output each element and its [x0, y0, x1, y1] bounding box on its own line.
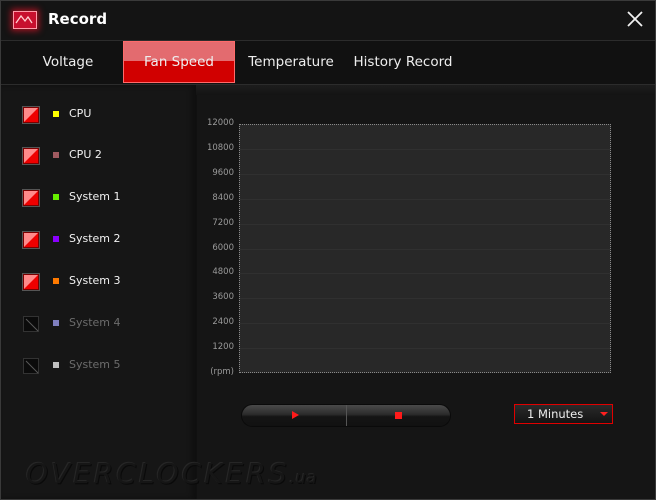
watermark: OVERCLOCKERS.ua [26, 457, 318, 490]
gridline [240, 249, 610, 250]
gridline [240, 273, 610, 274]
fan-item-label: CPU [69, 107, 92, 120]
y-tick-label: 10800 [206, 143, 234, 153]
y-axis-label: (rpm) [210, 367, 234, 377]
fan-item-system-4[interactable]: System 4 [1, 312, 191, 338]
y-tick-label: 1200 [212, 342, 234, 352]
color-swatch [53, 152, 59, 158]
checkbox-disabled[interactable] [23, 316, 39, 332]
y-tick-label: 4800 [212, 267, 234, 277]
fan-item-cpu[interactable]: CPU [1, 103, 191, 129]
window-title: Record [48, 10, 108, 28]
fan-item-label: System 2 [69, 232, 121, 245]
fan-item-label: System 5 [69, 358, 121, 371]
gridline [240, 174, 610, 175]
color-swatch [53, 320, 59, 326]
watermark-text: OVERCLOCKERS [26, 457, 290, 490]
tab-voltage[interactable]: Voltage [18, 41, 118, 84]
gridline [240, 323, 610, 324]
y-tick-label: 6000 [212, 243, 234, 253]
checkbox-checked[interactable] [23, 107, 39, 123]
watermark-tld: .ua [289, 468, 318, 487]
fan-item-label: CPU 2 [69, 148, 102, 161]
checkbox-checked[interactable] [23, 148, 39, 164]
color-swatch [53, 194, 59, 200]
record-window: Record Voltage Fan Speed Temperature His… [0, 0, 656, 500]
play-button[interactable] [242, 405, 346, 426]
interval-select-value: 1 Minutes [527, 407, 584, 421]
fan-sidebar: CPU CPU 2 System 1 System 2 System 3 Sys… [1, 85, 197, 499]
fan-item-system-3[interactable]: System 3 [1, 270, 191, 296]
chevron-down-icon [600, 412, 608, 416]
tab-bar: Voltage Fan Speed Temperature History Re… [1, 41, 655, 85]
y-tick-label: 2400 [212, 317, 234, 327]
color-swatch [53, 362, 59, 368]
waveform-record-icon [13, 11, 37, 29]
gridline [240, 199, 610, 200]
close-icon [627, 11, 643, 27]
stop-icon [395, 412, 402, 419]
gridline [240, 298, 610, 299]
fan-item-cpu-2[interactable]: CPU 2 [1, 144, 191, 170]
checkbox-checked[interactable] [23, 190, 39, 206]
stop-button[interactable] [346, 405, 450, 426]
content-top-shade [196, 85, 655, 95]
y-tick-label: 7200 [212, 218, 234, 228]
color-swatch [53, 236, 59, 242]
title-bar: Record [1, 1, 655, 41]
record-controls [242, 405, 450, 426]
y-tick-label: 9600 [212, 168, 234, 178]
y-tick-label: 8400 [212, 193, 234, 203]
checkbox-checked[interactable] [23, 274, 39, 290]
fan-item-label: System 1 [69, 190, 121, 203]
y-tick-label: 3600 [212, 292, 234, 302]
fan-item-system-5[interactable]: System 5 [1, 354, 191, 380]
checkbox-disabled[interactable] [23, 358, 39, 374]
fan-item-system-2[interactable]: System 2 [1, 228, 191, 254]
gridline [240, 149, 610, 150]
tab-history-record[interactable]: History Record [349, 41, 457, 84]
tab-fan-speed[interactable]: Fan Speed [123, 41, 235, 83]
y-tick-label: 12000 [206, 118, 234, 128]
gridline [240, 224, 610, 225]
checkbox-checked[interactable] [23, 232, 39, 248]
interval-select[interactable]: 1 Minutes [514, 404, 613, 424]
color-swatch [53, 111, 59, 117]
fan-item-system-1[interactable]: System 1 [1, 186, 191, 212]
fan-item-label: System 3 [69, 274, 121, 287]
color-swatch [53, 278, 59, 284]
tab-temperature[interactable]: Temperature [241, 41, 341, 84]
fan-item-label: System 4 [69, 316, 121, 329]
play-icon [292, 411, 299, 419]
close-button[interactable] [623, 7, 647, 31]
gridline [240, 348, 610, 349]
